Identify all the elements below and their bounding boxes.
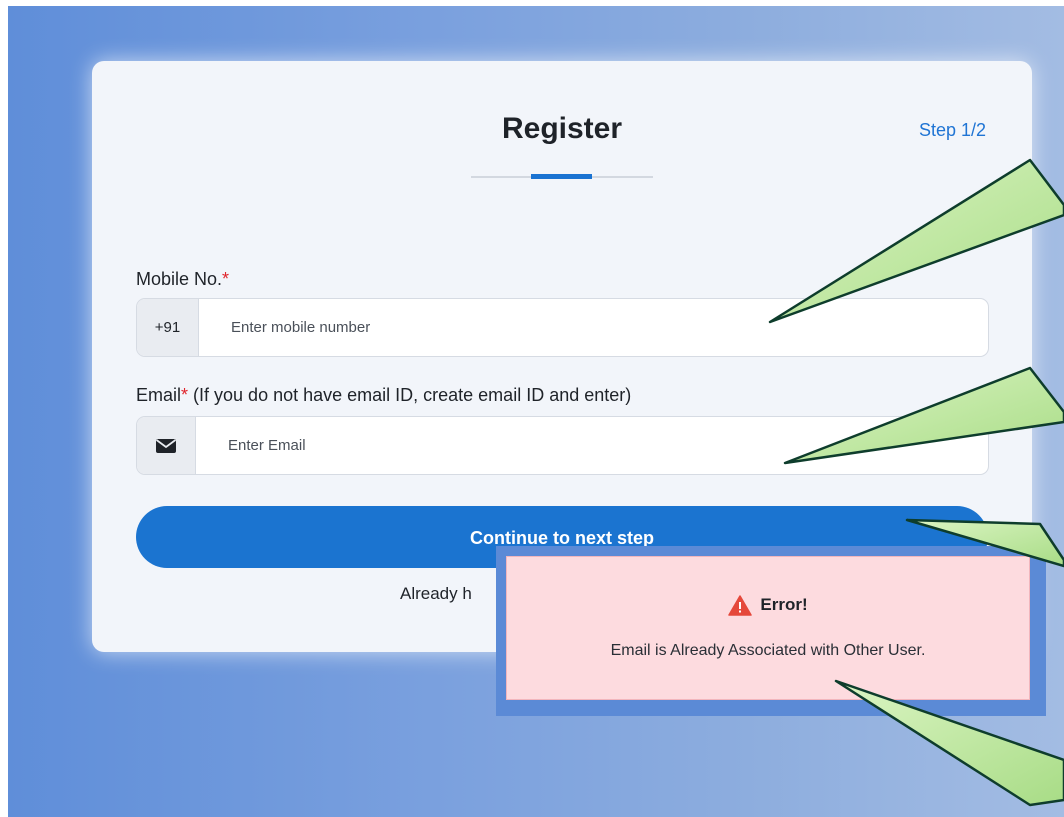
callout-pointer-mobile	[768, 158, 1064, 324]
callout-pointer-email	[783, 366, 1064, 465]
callout-pointer-error	[834, 679, 1064, 807]
callout-overlay	[768, 158, 1064, 807]
callout-pointer-button	[905, 518, 1064, 568]
